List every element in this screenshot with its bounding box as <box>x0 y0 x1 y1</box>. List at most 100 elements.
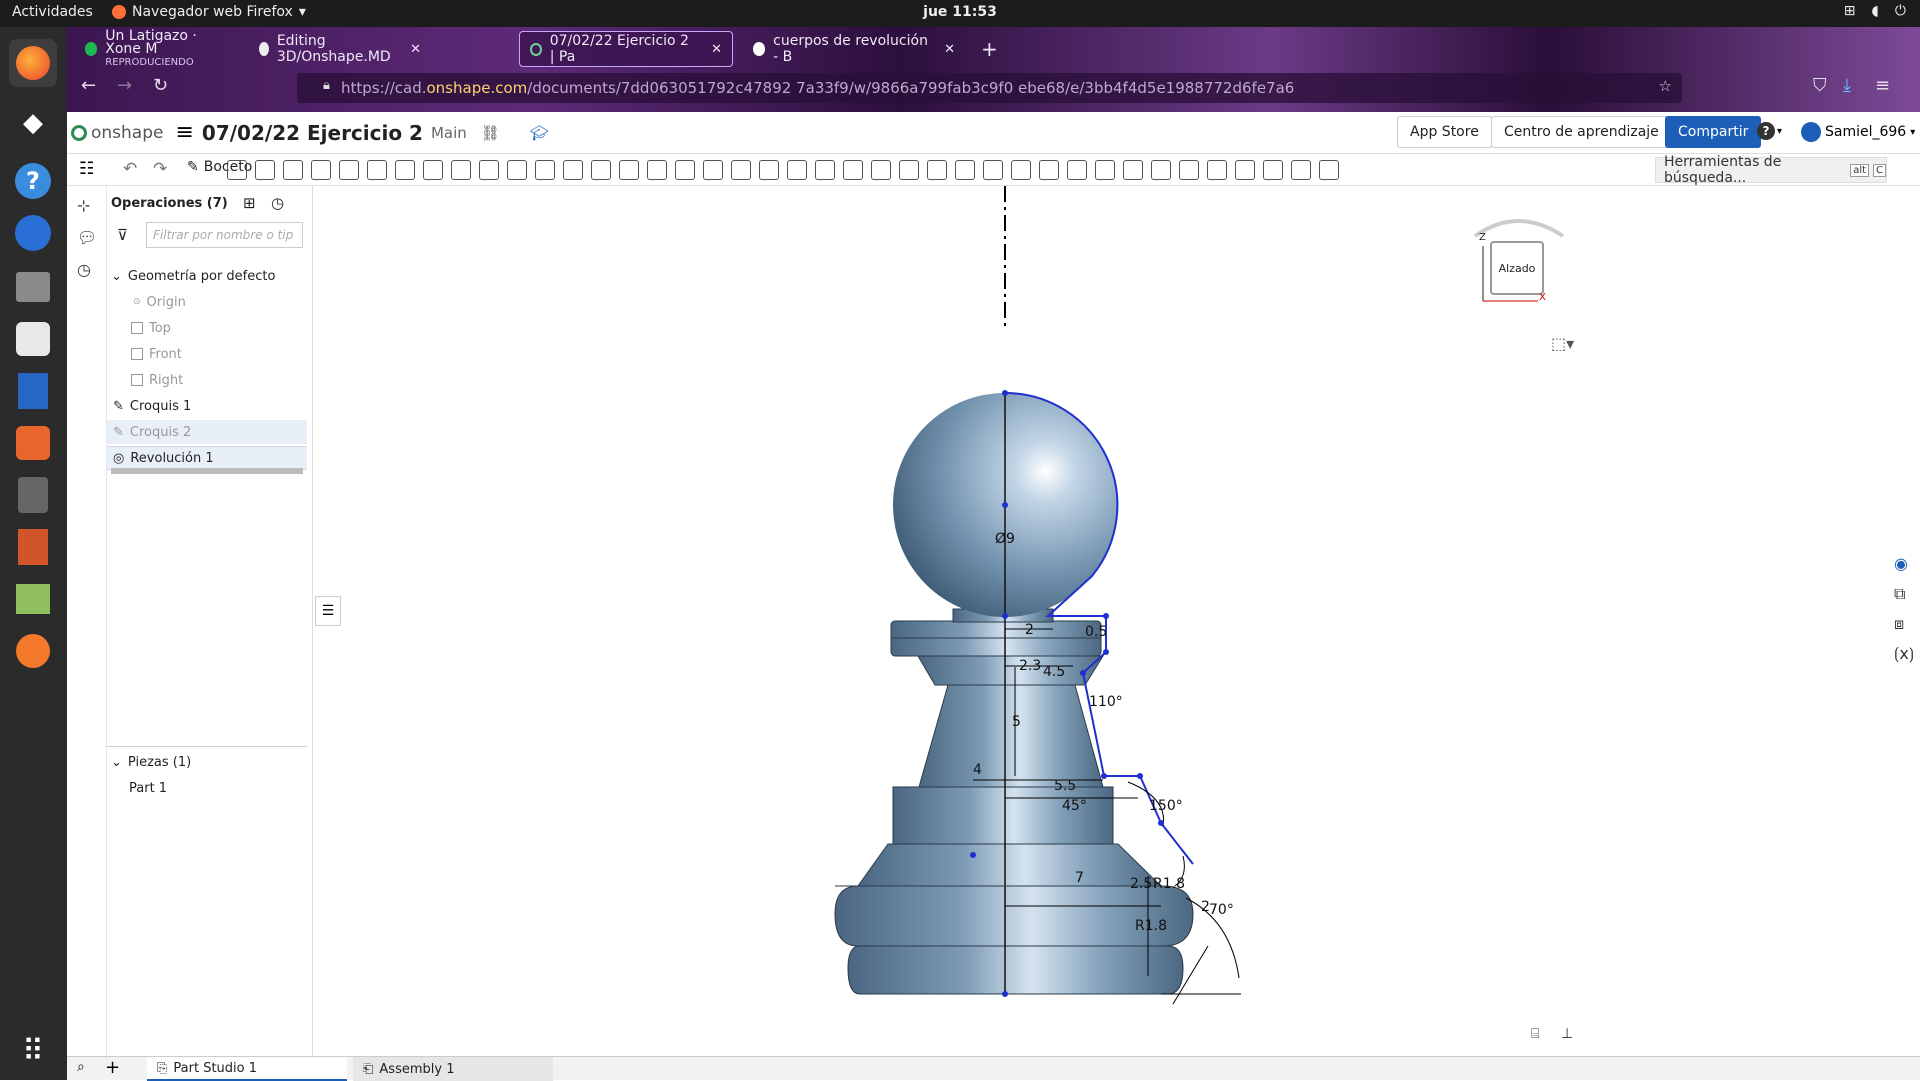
dim-label[interactable]: R1.8 <box>1135 918 1167 934</box>
activities-button[interactable]: Actividades <box>12 4 93 20</box>
filter-input[interactable]: Filtrar por nombre o tip <box>146 222 303 248</box>
user-menu[interactable]: Samiel_696 ▾ <box>1801 122 1915 142</box>
reload-icon[interactable]: ↻ <box>153 75 168 96</box>
close-icon[interactable]: ✕ <box>944 42 955 57</box>
software-dock-icon[interactable] <box>9 419 57 467</box>
tool-icon[interactable] <box>703 160 723 180</box>
pocket-icon[interactable]: ⛉ <box>1813 75 1827 96</box>
inkscape-dock-icon[interactable]: ◆ <box>9 99 57 147</box>
dim-label[interactable]: 4 <box>973 762 982 778</box>
dim-label[interactable]: 45° <box>1062 798 1087 814</box>
tool-icon[interactable] <box>983 160 1003 180</box>
tab-google[interactable]: cuerpos de revolución - B ✕ <box>743 31 965 67</box>
measure-icon[interactable]: ⊥ <box>1561 1026 1573 1042</box>
feature-sketch-1[interactable]: ✎ Croquis 1 <box>113 394 313 418</box>
tool-icon[interactable] <box>507 160 527 180</box>
units-icon[interactable]: ⌸ <box>1531 1026 1539 1042</box>
dim-label[interactable]: R1.8 <box>1153 876 1185 892</box>
tool-icon[interactable] <box>311 160 331 180</box>
thunderbird-dock-icon[interactable] <box>9 209 57 257</box>
tool-icon[interactable] <box>1235 160 1255 180</box>
help-button[interactable]: ? ▾ <box>1757 122 1782 140</box>
feature-sketch-2[interactable]: ✎ Croquis 2 <box>107 420 307 444</box>
feature-top-plane[interactable]: Top <box>131 316 331 340</box>
tool-icon[interactable] <box>339 160 359 180</box>
tool-icon[interactable] <box>423 160 443 180</box>
tool-icon[interactable] <box>451 160 471 180</box>
add-folder-icon[interactable]: ⊞ <box>243 194 256 212</box>
tool-icon[interactable] <box>1039 160 1059 180</box>
tool-icon[interactable] <box>899 160 919 180</box>
tool-icon[interactable] <box>479 160 499 180</box>
dim-label[interactable]: 2 <box>1025 622 1034 638</box>
tool-icon[interactable] <box>731 160 751 180</box>
view-options-icon[interactable]: ⬚▾ <box>1551 334 1574 353</box>
tool-icon[interactable] <box>1123 160 1143 180</box>
dim-label[interactable]: 2.3 <box>1019 658 1041 674</box>
close-icon[interactable]: ✕ <box>711 42 722 57</box>
onshape-logo[interactable]: onshape <box>71 123 163 143</box>
parts-folder[interactable]: ⌄ Piezas (1) <box>111 750 311 774</box>
tab-music[interactable]: Un Latigazo · Xone M REPRODUCIENDO <box>75 29 245 68</box>
firefox-dock-icon[interactable] <box>9 39 57 87</box>
tab-part-studio[interactable]: ⎘ Part Studio 1 <box>147 1057 347 1081</box>
filter-icon[interactable]: ⊽ <box>117 226 128 244</box>
image-viewer-dock-icon[interactable] <box>9 575 57 623</box>
url-bar[interactable]: 🔒︎ https://cad. onshape.com/documents/7dd… <box>297 73 1682 103</box>
tool-icon[interactable] <box>535 160 555 180</box>
tab-github[interactable]: Editing 3D/Onshape.MD ✕ <box>249 31 431 67</box>
dim-label[interactable]: 150° <box>1149 798 1183 814</box>
tool-icon[interactable] <box>255 160 275 180</box>
tool-icon[interactable] <box>1319 160 1339 180</box>
appearance-icon[interactable]: ◉ <box>1894 554 1908 573</box>
learning-cap-icon[interactable]: 🎓︎ <box>530 124 549 142</box>
dim-label[interactable]: 5.5 <box>1054 778 1076 794</box>
help-dock-icon[interactable]: ? <box>9 157 57 205</box>
view-cube[interactable]: Z X Alzado <box>1453 206 1583 316</box>
tool-icon[interactable] <box>871 160 891 180</box>
rollback-bar[interactable] <box>111 468 303 474</box>
tool-icon[interactable] <box>1291 160 1311 180</box>
writer-dock-icon[interactable] <box>9 367 57 415</box>
tool-icon[interactable] <box>591 160 611 180</box>
branch-label[interactable]: Main <box>431 124 467 142</box>
tool-icon[interactable] <box>1207 160 1227 180</box>
graphics-viewport[interactable]: ☰ Ø9 2 0.5 2.3 4.5 110° 5 4 5.5 45° 150°… <box>313 186 1884 1056</box>
bom-icon[interactable]: ⧉ <box>1894 584 1905 604</box>
tool-icon[interactable] <box>647 160 667 180</box>
history-icon[interactable]: ◷ <box>77 260 91 279</box>
share-button[interactable]: Compartir <box>1665 116 1762 148</box>
show-apps-icon[interactable]: ⠿ <box>9 1027 57 1075</box>
tab-manager-icon[interactable]: ⌕ <box>77 1059 85 1075</box>
close-icon[interactable]: ✕ <box>410 42 421 57</box>
dim-label[interactable]: Ø9 <box>995 531 1015 547</box>
dim-label[interactable]: 0.5 <box>1085 624 1107 640</box>
feature-list-toggle-icon[interactable]: ☷ <box>79 159 94 179</box>
dim-label[interactable]: 70° <box>1209 902 1234 918</box>
document-title[interactable]: 07/02/22 Ejercicio 2 <box>202 121 423 145</box>
rhythmbox-dock-icon[interactable] <box>9 315 57 363</box>
forward-icon[interactable]: → <box>117 75 132 96</box>
learning-center-button[interactable]: Centro de aprendizaje <box>1491 116 1672 148</box>
view-cube-face[interactable]: Alzado <box>1495 262 1539 275</box>
tool-icon[interactable] <box>675 160 695 180</box>
part-item[interactable]: Part 1 <box>129 776 329 800</box>
feature-revolve-1[interactable]: ◎ Revolución 1 <box>107 446 307 470</box>
app-menu[interactable]: Navegador web Firefox ▾ <box>112 4 306 20</box>
dim-label[interactable]: 7 <box>1075 870 1084 886</box>
tool-icon[interactable] <box>1179 160 1199 180</box>
link-icon[interactable]: ⛓ <box>481 124 500 142</box>
tool-icon[interactable] <box>1263 160 1283 180</box>
variables-icon[interactable]: ⟮x⟯ <box>1894 644 1914 664</box>
files-dock-icon[interactable] <box>9 263 57 311</box>
add-tab-icon[interactable]: + <box>105 1057 120 1078</box>
tool-icon[interactable] <box>1151 160 1171 180</box>
redo-icon[interactable]: ↷ <box>153 159 167 179</box>
configurations-icon[interactable]: ⧈ <box>1894 614 1904 634</box>
bookmark-star-icon[interactable]: ☆ <box>1659 77 1672 95</box>
undo-icon[interactable]: ↶ <box>123 159 137 179</box>
tool-icon[interactable] <box>563 160 583 180</box>
tool-icon[interactable] <box>367 160 387 180</box>
tool-icon[interactable] <box>619 160 639 180</box>
system-tray[interactable]: ⊞ ◖ ⏻ <box>1844 3 1906 19</box>
